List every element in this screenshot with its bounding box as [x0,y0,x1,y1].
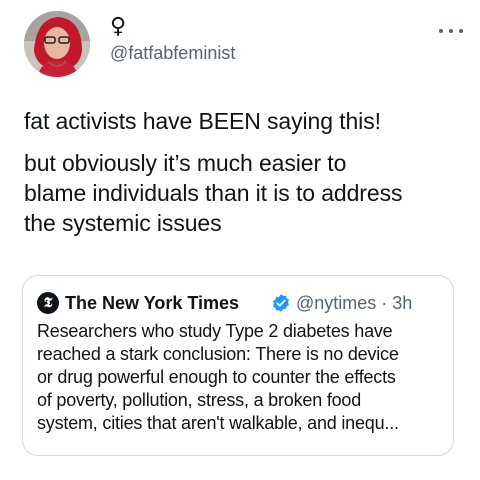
nyt-logo-icon: 𝕿 [37,292,59,314]
avatar[interactable] [24,11,90,77]
avatar-photo [24,11,90,77]
quoted-handle-time: @nytimes · 3h [296,293,413,313]
verified-badge-icon [273,294,289,312]
tweet: ♀ @fatfabfeminist fat activists have BEE… [0,0,480,480]
display-name[interactable]: ♀ [110,14,126,40]
quoted-tweet-card[interactable]: 𝕿 The New York Times @nytimes · 3h Resea… [22,275,454,456]
quoted-tweet-text: Researchers who study Type 2 diabetes ha… [37,321,399,433]
quoted-display-name[interactable]: The New York Times [65,291,239,315]
tweet-text-paragraph-2: but obviously it’s much easier to blame … [24,150,403,236]
user-handle[interactable]: @fatfabfeminist [110,42,235,64]
tweet-text-paragraph-1: fat activists have BEEN saying this! [24,108,381,134]
more-horizontal-icon[interactable] [436,20,466,40]
